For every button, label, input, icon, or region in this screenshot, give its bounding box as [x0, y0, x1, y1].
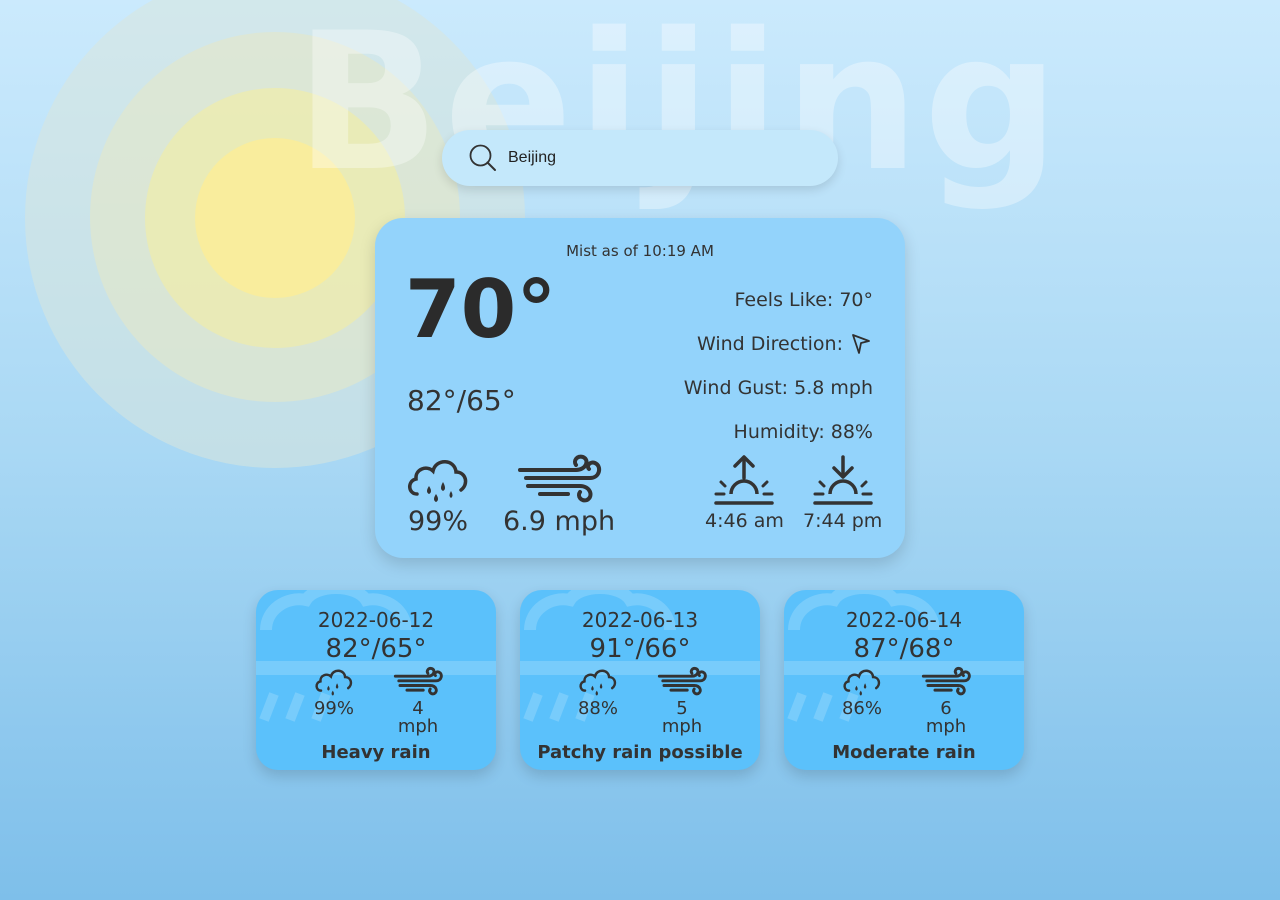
forecast-date: 2022-06-13 [581, 608, 699, 632]
forecast-high-low: 87°/68° [853, 634, 955, 664]
forecast-rain: 88% [570, 666, 626, 736]
sunrise-icon [714, 455, 775, 505]
wind-speed-value: 6.9 mph [503, 506, 616, 537]
wind-icon [393, 666, 443, 696]
sunrise-time: 4:46 am [705, 510, 784, 532]
sunrise: 4:46 am [705, 454, 784, 532]
wind-speed: 6.9 mph [503, 454, 615, 537]
wind-gust: Wind Gust: 5.8 mph [683, 377, 873, 399]
forecast-rain: 99% [306, 666, 362, 736]
wind-direction-label: Wind Direction: [696, 333, 843, 355]
forecast-high-low: 91°/66° [589, 634, 691, 664]
sunset: 7:44 pm [803, 454, 882, 532]
forecast-wind: 5 mph [654, 666, 710, 736]
forecast-wind: 6 mph [918, 666, 974, 736]
forecast-wind-value: 6 mph [925, 698, 967, 737]
forecast-condition: Patchy rain possible [537, 742, 743, 763]
chance-of-rain: 99% [405, 454, 471, 537]
forecast-card[interactable]: 2022-06-12 82°/65° 99% 4 mph Heavy rain [256, 590, 496, 770]
search-bar[interactable] [442, 130, 838, 186]
forecast-high-low: 82°/65° [325, 634, 427, 664]
current-temperature: 70° [405, 263, 557, 356]
navigation-arrow-icon [852, 334, 870, 354]
forecast-card[interactable]: 2022-06-13 91°/66° 88% 5 mph Patchy rain… [520, 590, 760, 770]
wind-direction: Wind Direction: [684, 322, 873, 366]
cloud-rain-icon [315, 669, 353, 696]
current-weather-card: Mist as of 10:19 AM 70° 82°/65° Feels Li… [375, 218, 905, 558]
sunset-time: 7:44 pm [803, 510, 883, 532]
forecast-rain-value: 86% [841, 698, 882, 719]
feels-like: Feels Like: 70° [734, 289, 873, 311]
forecast-date: 2022-06-12 [317, 608, 435, 632]
condition-line: Mist as of 10:19 AM [566, 242, 714, 260]
forecast-card[interactable]: 2022-06-14 87°/68° 86% 6 mph Moderate ra… [784, 590, 1024, 770]
cloud-rain-icon [408, 460, 468, 502]
cloud-rain-icon [579, 669, 617, 696]
sunset-icon [812, 455, 873, 505]
search-input[interactable] [508, 149, 808, 167]
rain-chance-value: 99% [407, 506, 468, 537]
sun-icon [195, 138, 355, 298]
high-low-temperature: 82°/65° [407, 384, 516, 417]
forecast-date: 2022-06-14 [845, 608, 963, 632]
forecast-rain-value: 99% [313, 698, 354, 719]
forecast-rain-value: 88% [577, 698, 618, 719]
forecast-wind-value: 5 mph [661, 698, 703, 737]
forecast-wind: 4 mph [390, 666, 446, 736]
forecast-wind-value: 4 mph [397, 698, 439, 737]
search-icon[interactable] [468, 143, 498, 173]
weather-details: Feels Like: 70° Wind Direction: Wind Gus… [684, 278, 873, 454]
forecast-condition: Moderate rain [832, 742, 976, 763]
forecast-rain: 86% [834, 666, 890, 736]
cloud-rain-icon [843, 669, 881, 696]
humidity: Humidity: 88% [733, 421, 873, 443]
forecast-condition: Heavy rain [321, 742, 431, 763]
wind-icon [657, 666, 707, 696]
wind-icon [518, 454, 602, 503]
wind-icon [921, 666, 971, 696]
